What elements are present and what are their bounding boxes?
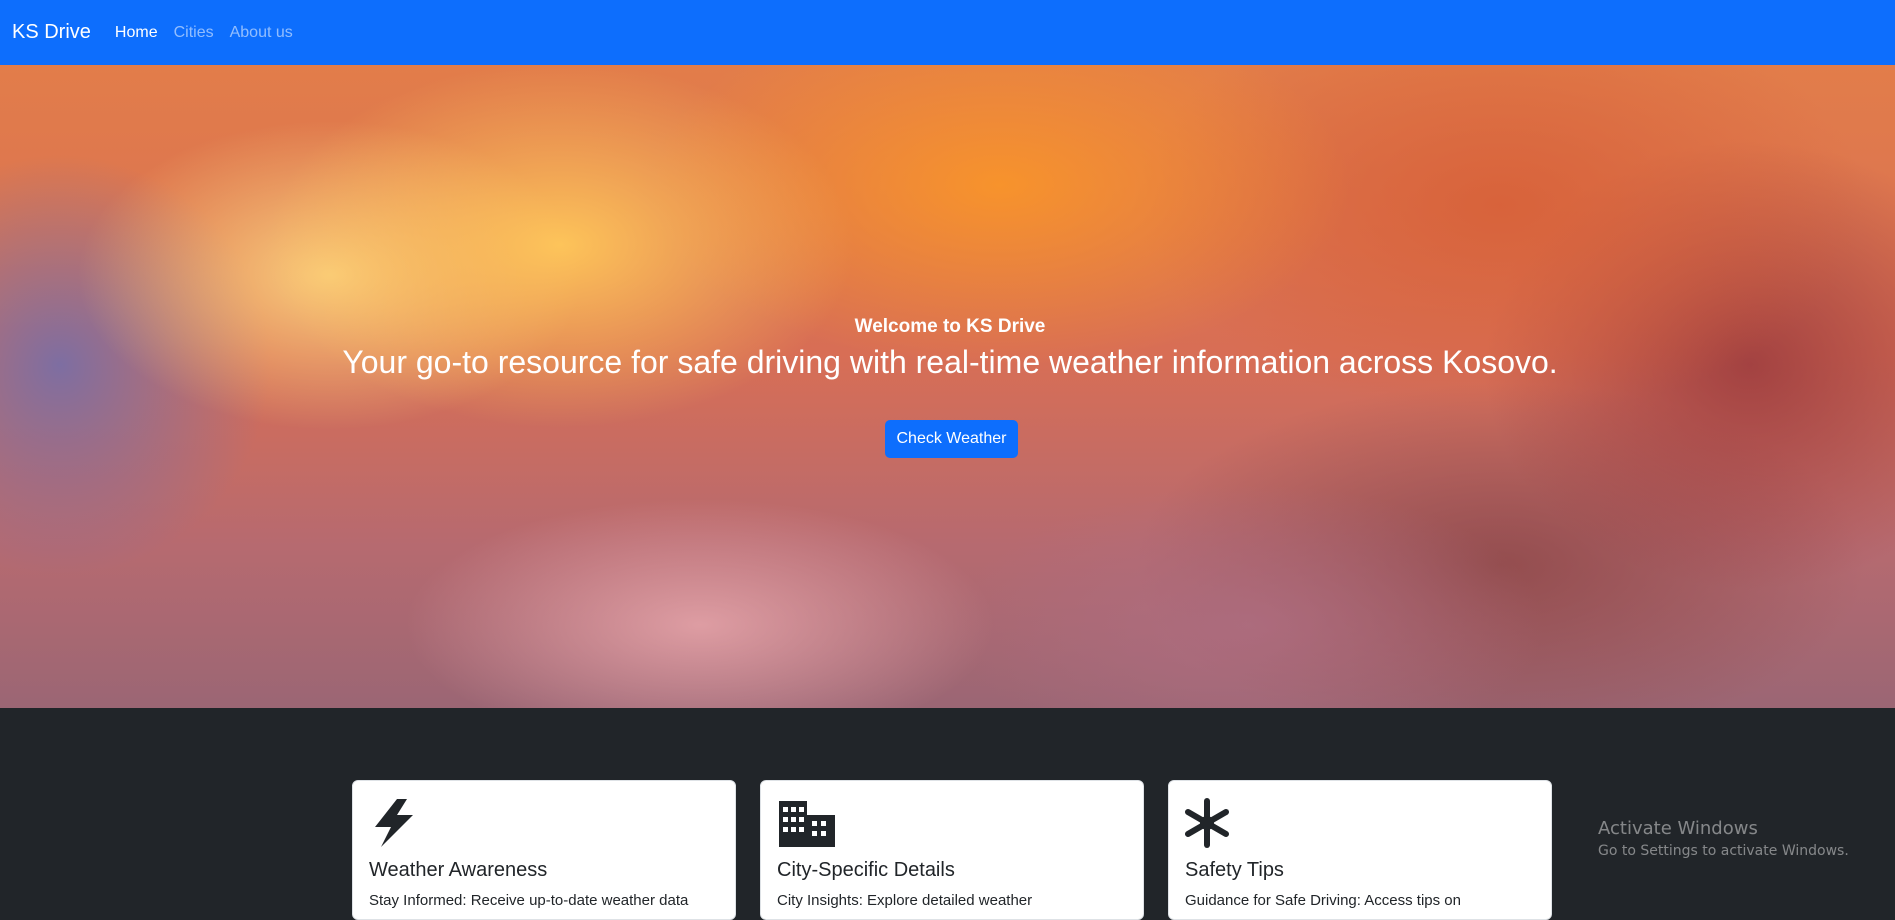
nav-link-about[interactable]: About us bbox=[230, 24, 293, 42]
watermark-title: Activate Windows bbox=[1598, 818, 1758, 839]
nav-link-cities[interactable]: Cities bbox=[174, 24, 214, 42]
snowflake-icon bbox=[1185, 798, 1229, 848]
hero-content: Welcome to KS Drive Your go-to resource … bbox=[0, 65, 1895, 708]
feature-card-text: Guidance for Safe Driving: Access tips o… bbox=[1185, 892, 1461, 909]
brand-link[interactable]: KS Drive bbox=[12, 21, 91, 44]
hero-tagline: Your go-to resource for safe driving wit… bbox=[342, 344, 1558, 380]
feature-card-city-details: City-Specific Details City Insights: Exp… bbox=[760, 780, 1144, 920]
feature-card-weather-awareness: Weather Awareness Stay Informed: Receive… bbox=[352, 780, 736, 920]
feature-card-safety-tips: Safety Tips Guidance for Safe Driving: A… bbox=[1168, 780, 1552, 920]
feature-card-text: City Insights: Explore detailed weather bbox=[777, 892, 1033, 909]
hero-section: Welcome to KS Drive Your go-to resource … bbox=[0, 65, 1895, 708]
top-navbar: KS Drive Home Cities About us bbox=[0, 0, 1895, 65]
hero-welcome-text: Welcome to KS Drive bbox=[854, 316, 1046, 337]
activate-windows-watermark: Activate Windows Go to Settings to activ… bbox=[1598, 818, 1849, 859]
check-weather-button[interactable]: Check Weather bbox=[885, 420, 1018, 458]
nav-link-home[interactable]: Home bbox=[115, 24, 158, 42]
buildings-icon bbox=[779, 801, 835, 847]
features-section: Weather Awareness Stay Informed: Receive… bbox=[0, 708, 1895, 920]
watermark-subtitle: Go to Settings to activate Windows. bbox=[1598, 843, 1849, 859]
lightning-icon bbox=[375, 799, 413, 847]
feature-card-title: City-Specific Details bbox=[777, 859, 955, 881]
feature-card-title: Weather Awareness bbox=[369, 859, 548, 881]
feature-card-text: Stay Informed: Receive up-to-date weathe… bbox=[369, 892, 689, 909]
feature-card-title: Safety Tips bbox=[1185, 859, 1284, 881]
